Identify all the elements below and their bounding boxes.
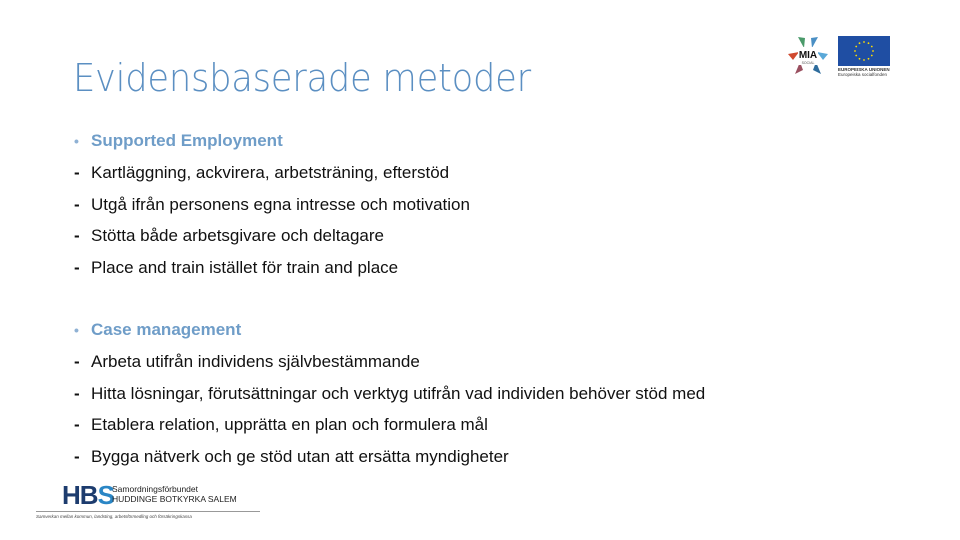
hbs-name-line2: HUDDINGE BOTKYRKA SALEM xyxy=(112,494,237,504)
list-item-text: Stötta både arbetsgivare och deltagare xyxy=(91,226,384,245)
dash-marker: - xyxy=(74,352,80,371)
dash-marker: - xyxy=(74,447,80,466)
list-item-text: Hitta lösningar, förutsättningar och ver… xyxy=(91,384,706,403)
hbs-name-line1: Samordningsförbundet xyxy=(112,484,199,494)
slide-title: Evidensbaserade metoder xyxy=(73,56,531,100)
eu-caption: EUROPEISKA UNIONEN Europeiska socialfond… xyxy=(838,67,890,77)
eu-caption-line2: Europeiska socialfonden xyxy=(838,72,888,77)
eu-flag-icon xyxy=(838,36,890,66)
eu-stars-icon xyxy=(854,41,874,61)
bullet-icon: • xyxy=(74,133,79,149)
dash-marker: - xyxy=(74,195,80,214)
list-item-text: Arbeta utifrån individens självbestämman… xyxy=(91,352,420,371)
hbs-name: Samordningsförbundet HUDDINGE BOTKYRKA S… xyxy=(112,484,237,504)
hbs-logo-mark: HBS xyxy=(62,480,115,510)
bullet-icon: • xyxy=(74,322,79,338)
hbs-divider xyxy=(36,511,260,512)
dash-marker: - xyxy=(74,226,80,245)
mia-logo: MIA SOCIAL xyxy=(784,34,832,78)
hbs-logo: HBS Samordningsförbundet HUDDINGE BOTKYR… xyxy=(36,480,262,522)
hbs-tagline: Samverkan mellan kommun, landsting, arbe… xyxy=(36,514,192,519)
dash-marker: - xyxy=(74,384,80,403)
mia-sublabel: SOCIAL xyxy=(802,61,815,65)
eu-logo: EUROPEISKA UNIONEN Europeiska socialfond… xyxy=(838,36,890,84)
dash-marker: - xyxy=(74,163,80,182)
mia-star-icon: MIA SOCIAL xyxy=(788,37,828,74)
list-item-text: Utgå ifrån personens egna intresse och m… xyxy=(91,195,470,214)
section-heading-text: Supported Employment xyxy=(91,131,283,150)
list-item-text: Etablera relation, upprätta en plan och … xyxy=(91,415,488,434)
list-item-text: Kartläggning, ackvirera, arbetsträning, … xyxy=(91,163,450,182)
mia-label: MIA xyxy=(799,50,817,61)
list-item-text: Bygga nätverk och ge stöd utan att ersät… xyxy=(91,447,509,466)
hbs-mark-hb: HB xyxy=(62,480,99,510)
list-item-text: Place and train istället för train and p… xyxy=(91,258,399,277)
dash-marker: - xyxy=(74,415,80,434)
dash-marker: - xyxy=(74,258,80,277)
section-heading-text: Case management xyxy=(91,320,242,339)
